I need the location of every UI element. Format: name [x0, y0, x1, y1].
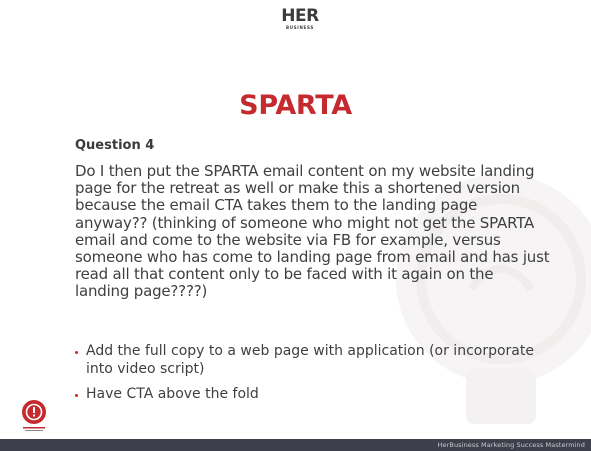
logo-sub-text: BUSINESS — [286, 25, 314, 30]
slide: HER BUSINESS SPARTA Question 4 Do I then… — [0, 0, 591, 451]
question-text: Do I then put the SPARTA email content o… — [75, 162, 550, 301]
answer-bullet: Have CTA above the fold — [75, 386, 545, 404]
her-business-logo: HER BUSINESS — [280, 7, 320, 33]
alert-bulb-icon — [22, 400, 46, 431]
slide-title: SPARTA — [239, 90, 352, 121]
footer-bar: HerBusiness Marketing Success Mastermind — [0, 439, 591, 451]
answer-bullet: Add the full copy to a web page with app… — [75, 343, 545, 378]
answer-list: Add the full copy to a web page with app… — [75, 343, 545, 412]
logo-main-text: HER — [281, 6, 319, 26]
slide-subtitle: Question 4 — [75, 138, 155, 153]
footer-text: HerBusiness Marketing Success Mastermind — [437, 441, 585, 449]
